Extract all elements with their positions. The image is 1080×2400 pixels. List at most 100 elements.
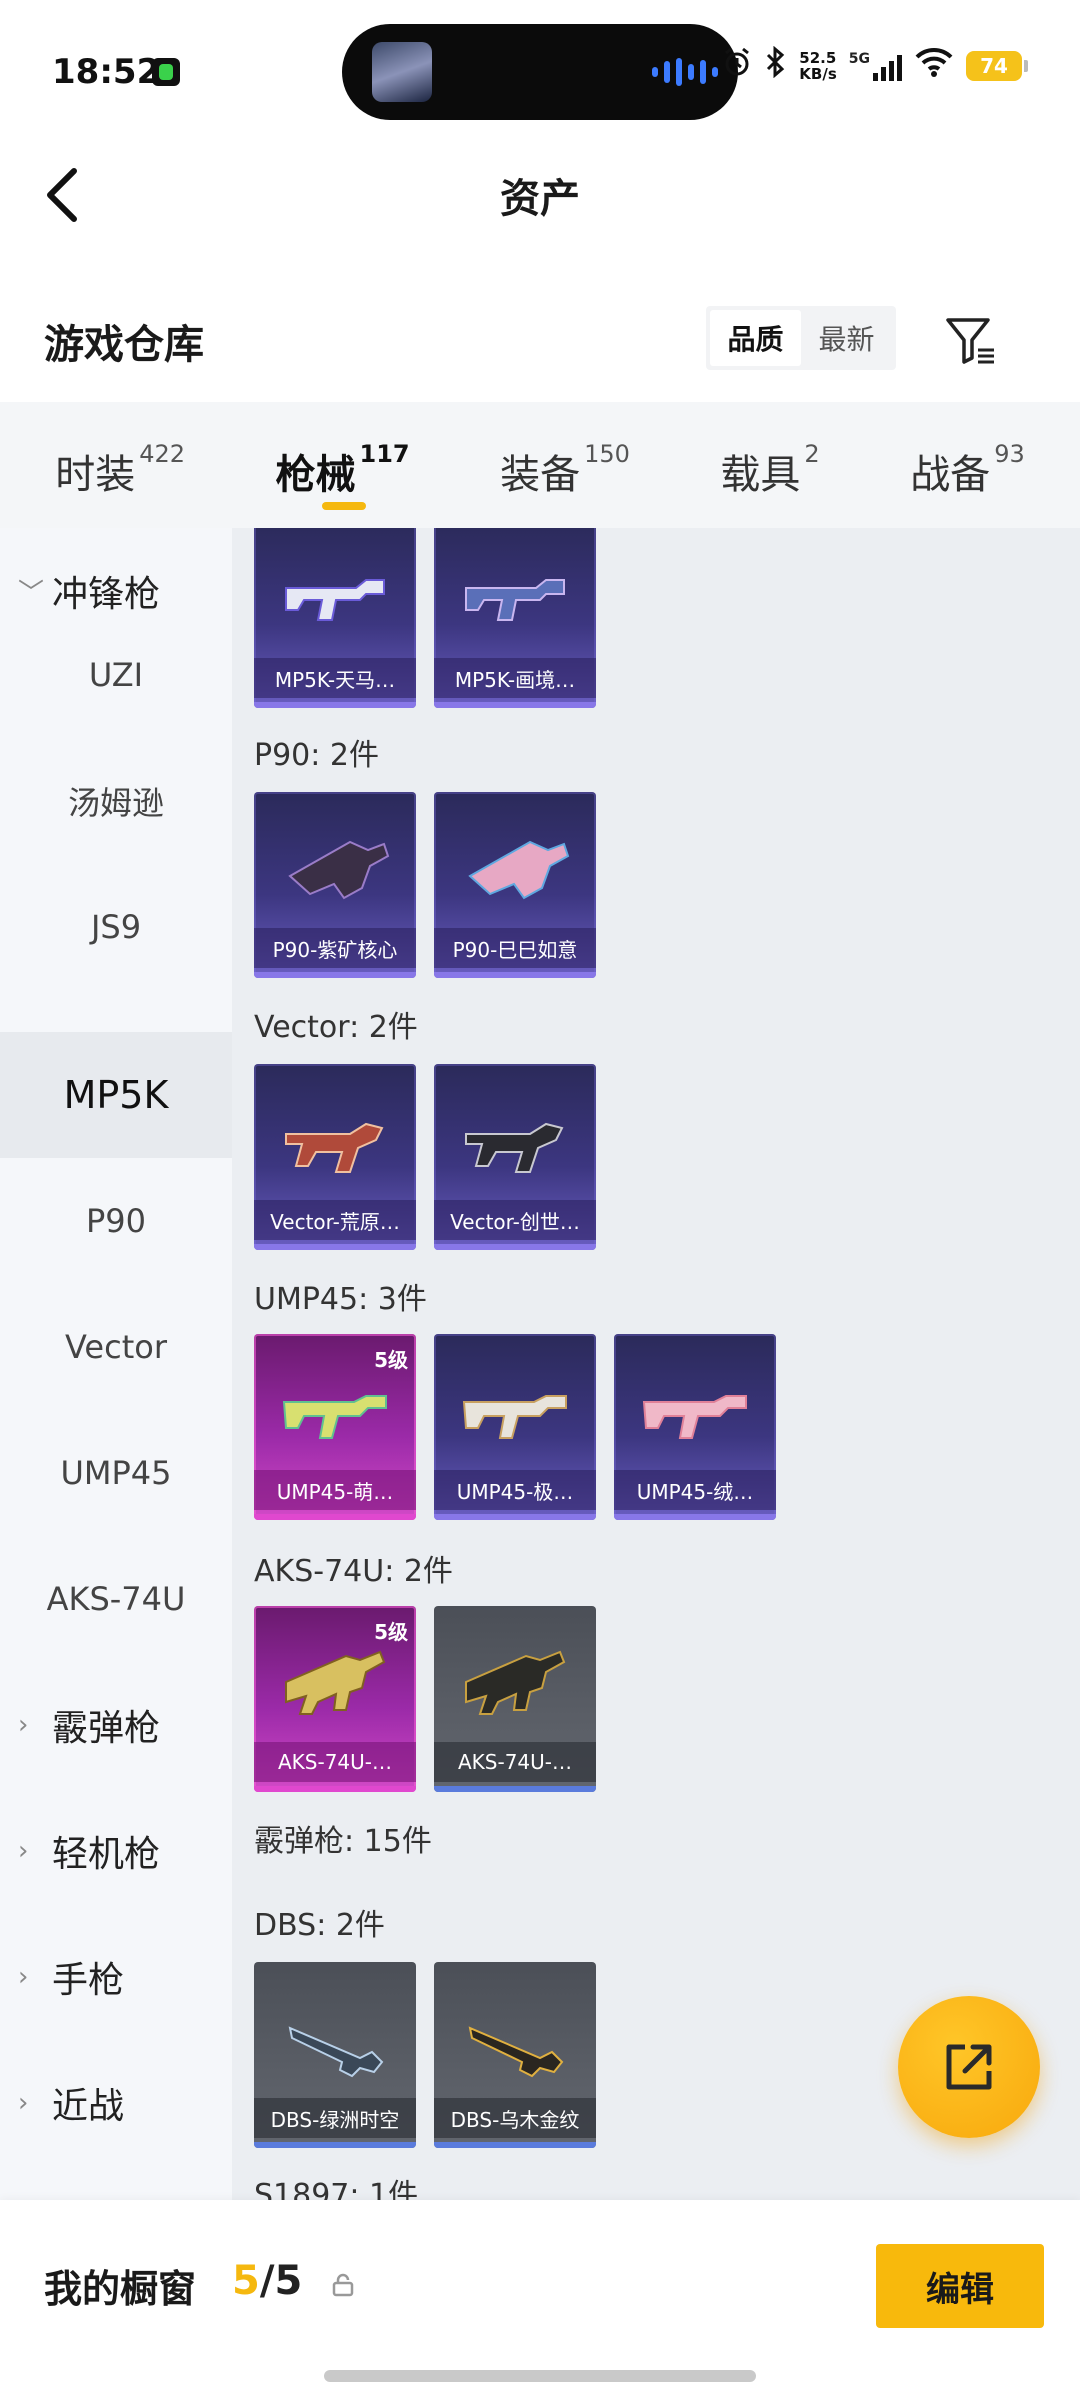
network-speed-unit: KB/s [799,65,837,83]
sort-option-quality[interactable]: 品质 [710,310,801,366]
warehouse-header: 游戏仓库 品质 最新 [0,290,1080,390]
weapon-card-name: AKS-74U-… [254,1742,416,1782]
external-link-icon [946,2044,992,2090]
tab-vehicles[interactable]: 载具 2 [720,430,819,500]
weapon-card[interactable]: DBS-绿洲时空 [254,1962,416,2148]
group-label: DBS: 2件 [254,1908,385,1943]
sidebar-item-lmg[interactable]: › 轻机枪 [0,1788,232,1914]
weapon-card-name: UMP45-萌… [254,1470,416,1510]
weapon-card[interactable]: 5级 AKS-74U-… [254,1606,416,1792]
sidebar-item-pistol[interactable]: › 手枪 [0,1914,232,2040]
sidebar-item-melee[interactable]: › 近战 [0,2040,232,2166]
app-notification-icon [152,58,180,86]
aks74u-skin-icon [465,1650,566,1715]
filter-button[interactable] [942,312,1000,370]
weapon-card[interactable]: Vector-创世… [434,1064,596,1250]
chevron-right-icon: › [18,2088,29,2118]
audio-wave-icon [652,58,718,86]
weapon-card-name: P90-巳巳如意 [434,928,596,968]
weapon-card[interactable]: Vector-荒原… [254,1064,416,1250]
lock-icon [332,2273,354,2297]
sidebar-item-uzi[interactable]: UZI [0,612,232,738]
chevron-right-icon: › [18,1836,29,1866]
p90-skin-icon [288,840,390,900]
weapon-card[interactable]: UMP45-极… [434,1334,596,1520]
weapon-card-name: UMP45-绒… [614,1470,776,1510]
weapon-grid: MP5K-天马… MP5K-画境… P90: 2件 P90-紫矿核心 P90-巳… [232,528,1080,2200]
weapon-card[interactable]: AKS-74U-… [434,1606,596,1792]
weapon-card[interactable]: DBS-乌木金纹 [434,1962,596,2148]
weapon-card[interactable]: MP5K-画境… [434,528,596,708]
showcase-current: 5 [232,2258,260,2304]
group-label: S1897: 1件 [254,2178,419,2200]
ump45-skin-icon [642,1395,747,1439]
sidebar-item-vector[interactable]: Vector [0,1284,232,1410]
wifi-icon [914,46,954,86]
sidebar-item-label: 冲锋枪 [52,574,161,615]
weapon-card-name: UMP45-极… [434,1470,596,1510]
home-indicator[interactable] [324,2370,756,2382]
sidebar-item-label: MP5K [63,1073,169,1117]
tab-firearms[interactable]: 枪械 117 [276,430,410,510]
dbs-skin-icon [468,2026,564,2078]
weapon-card[interactable]: P90-紫矿核心 [254,792,416,978]
weapon-type-sidebar: ﹀ 冲锋枪 UZI 汤姆逊 JS9 MP5K P90 Vector UMP45 … [0,528,232,2200]
tab-count: 93 [994,440,1025,468]
sidebar-item-mp5k[interactable]: MP5K [0,1032,232,1158]
tab-count: 422 [139,440,186,468]
media-thumbnail [372,42,432,102]
tab-tactical[interactable]: 战备 93 [910,430,1025,500]
weapon-card[interactable]: MP5K-天马… [254,528,416,708]
sidebar-item-aks74u[interactable]: AKS-74U [0,1536,232,1662]
sidebar-item-ump45[interactable]: UMP45 [0,1410,232,1536]
weapon-card[interactable]: P90-巳巳如意 [434,792,596,978]
weapon-card[interactable]: UMP45-绒… [614,1334,776,1520]
sidebar-item-js9[interactable]: JS9 [0,864,232,990]
tab-equipment[interactable]: 装备 150 [500,430,630,500]
network-speed-value: 52.5 [799,49,837,67]
sidebar-item-label: AKS-74U [46,1580,186,1618]
sidebar-item-p90[interactable]: P90 [0,1158,232,1284]
group-label: P90: 2件 [254,738,379,773]
smg-skin-icon [465,579,565,621]
sidebar-item-label: UMP45 [60,1454,172,1492]
tab-fashion[interactable]: 时装 422 [55,430,185,500]
tab-label: 战备 [910,452,991,498]
showcase-footer: 我的橱窗 5/5 编辑 [0,2200,1080,2400]
ump45-skin-icon [462,1395,567,1439]
tab-label: 时装 [55,452,136,498]
sidebar-item-thompson[interactable]: 汤姆逊 [0,738,232,864]
chevron-right-icon: › [18,1710,29,1740]
weapon-card[interactable]: 5级 UMP45-萌… [254,1334,416,1520]
sidebar-item-shotgun[interactable]: › 霰弹枪 [0,1662,232,1788]
tab-count: 150 [584,440,630,468]
weapon-card-name: MP5K-天马… [254,658,416,698]
page-title: 资产 [500,176,580,222]
sidebar-item-label: JS9 [90,908,142,946]
weapon-card-name: DBS-乌木金纹 [434,2098,596,2138]
sidebar-item-label: 近战 [52,2086,125,2127]
sidebar-item-label: Vector [65,1328,167,1366]
weapon-card-name: MP5K-画境… [434,658,596,698]
weapon-card-name: Vector-创世… [434,1200,596,1240]
weapon-card-name: AKS-74U-… [434,1742,596,1782]
share-fab-button[interactable] [898,1996,1040,2138]
status-time: 18:52 [52,52,161,92]
ump45-skin-icon [282,1395,387,1439]
tab-label: 装备 [500,452,581,498]
sidebar-item-label: 手枪 [52,1960,125,2001]
p90-skin-icon [468,840,570,900]
sort-toggle: 品质 最新 [706,306,896,370]
sort-option-newest[interactable]: 最新 [801,310,892,366]
warehouse-title: 游戏仓库 [44,322,204,368]
dbs-skin-icon [288,2026,384,2078]
tab-label: 载具 [720,452,801,498]
sidebar-item-label: 汤姆逊 [67,784,164,822]
status-bar: 18:52 52.5 KB/s 5G 74 [0,0,1080,140]
edit-button[interactable]: 编辑 [876,2244,1044,2328]
vector-skin-icon [285,1122,384,1173]
showcase-label: 我的橱窗 [44,2267,197,2311]
group-label: AKS-74U: 2件 [254,1554,453,1589]
alarm-icon [721,46,753,86]
dynamic-island[interactable] [342,24,738,120]
